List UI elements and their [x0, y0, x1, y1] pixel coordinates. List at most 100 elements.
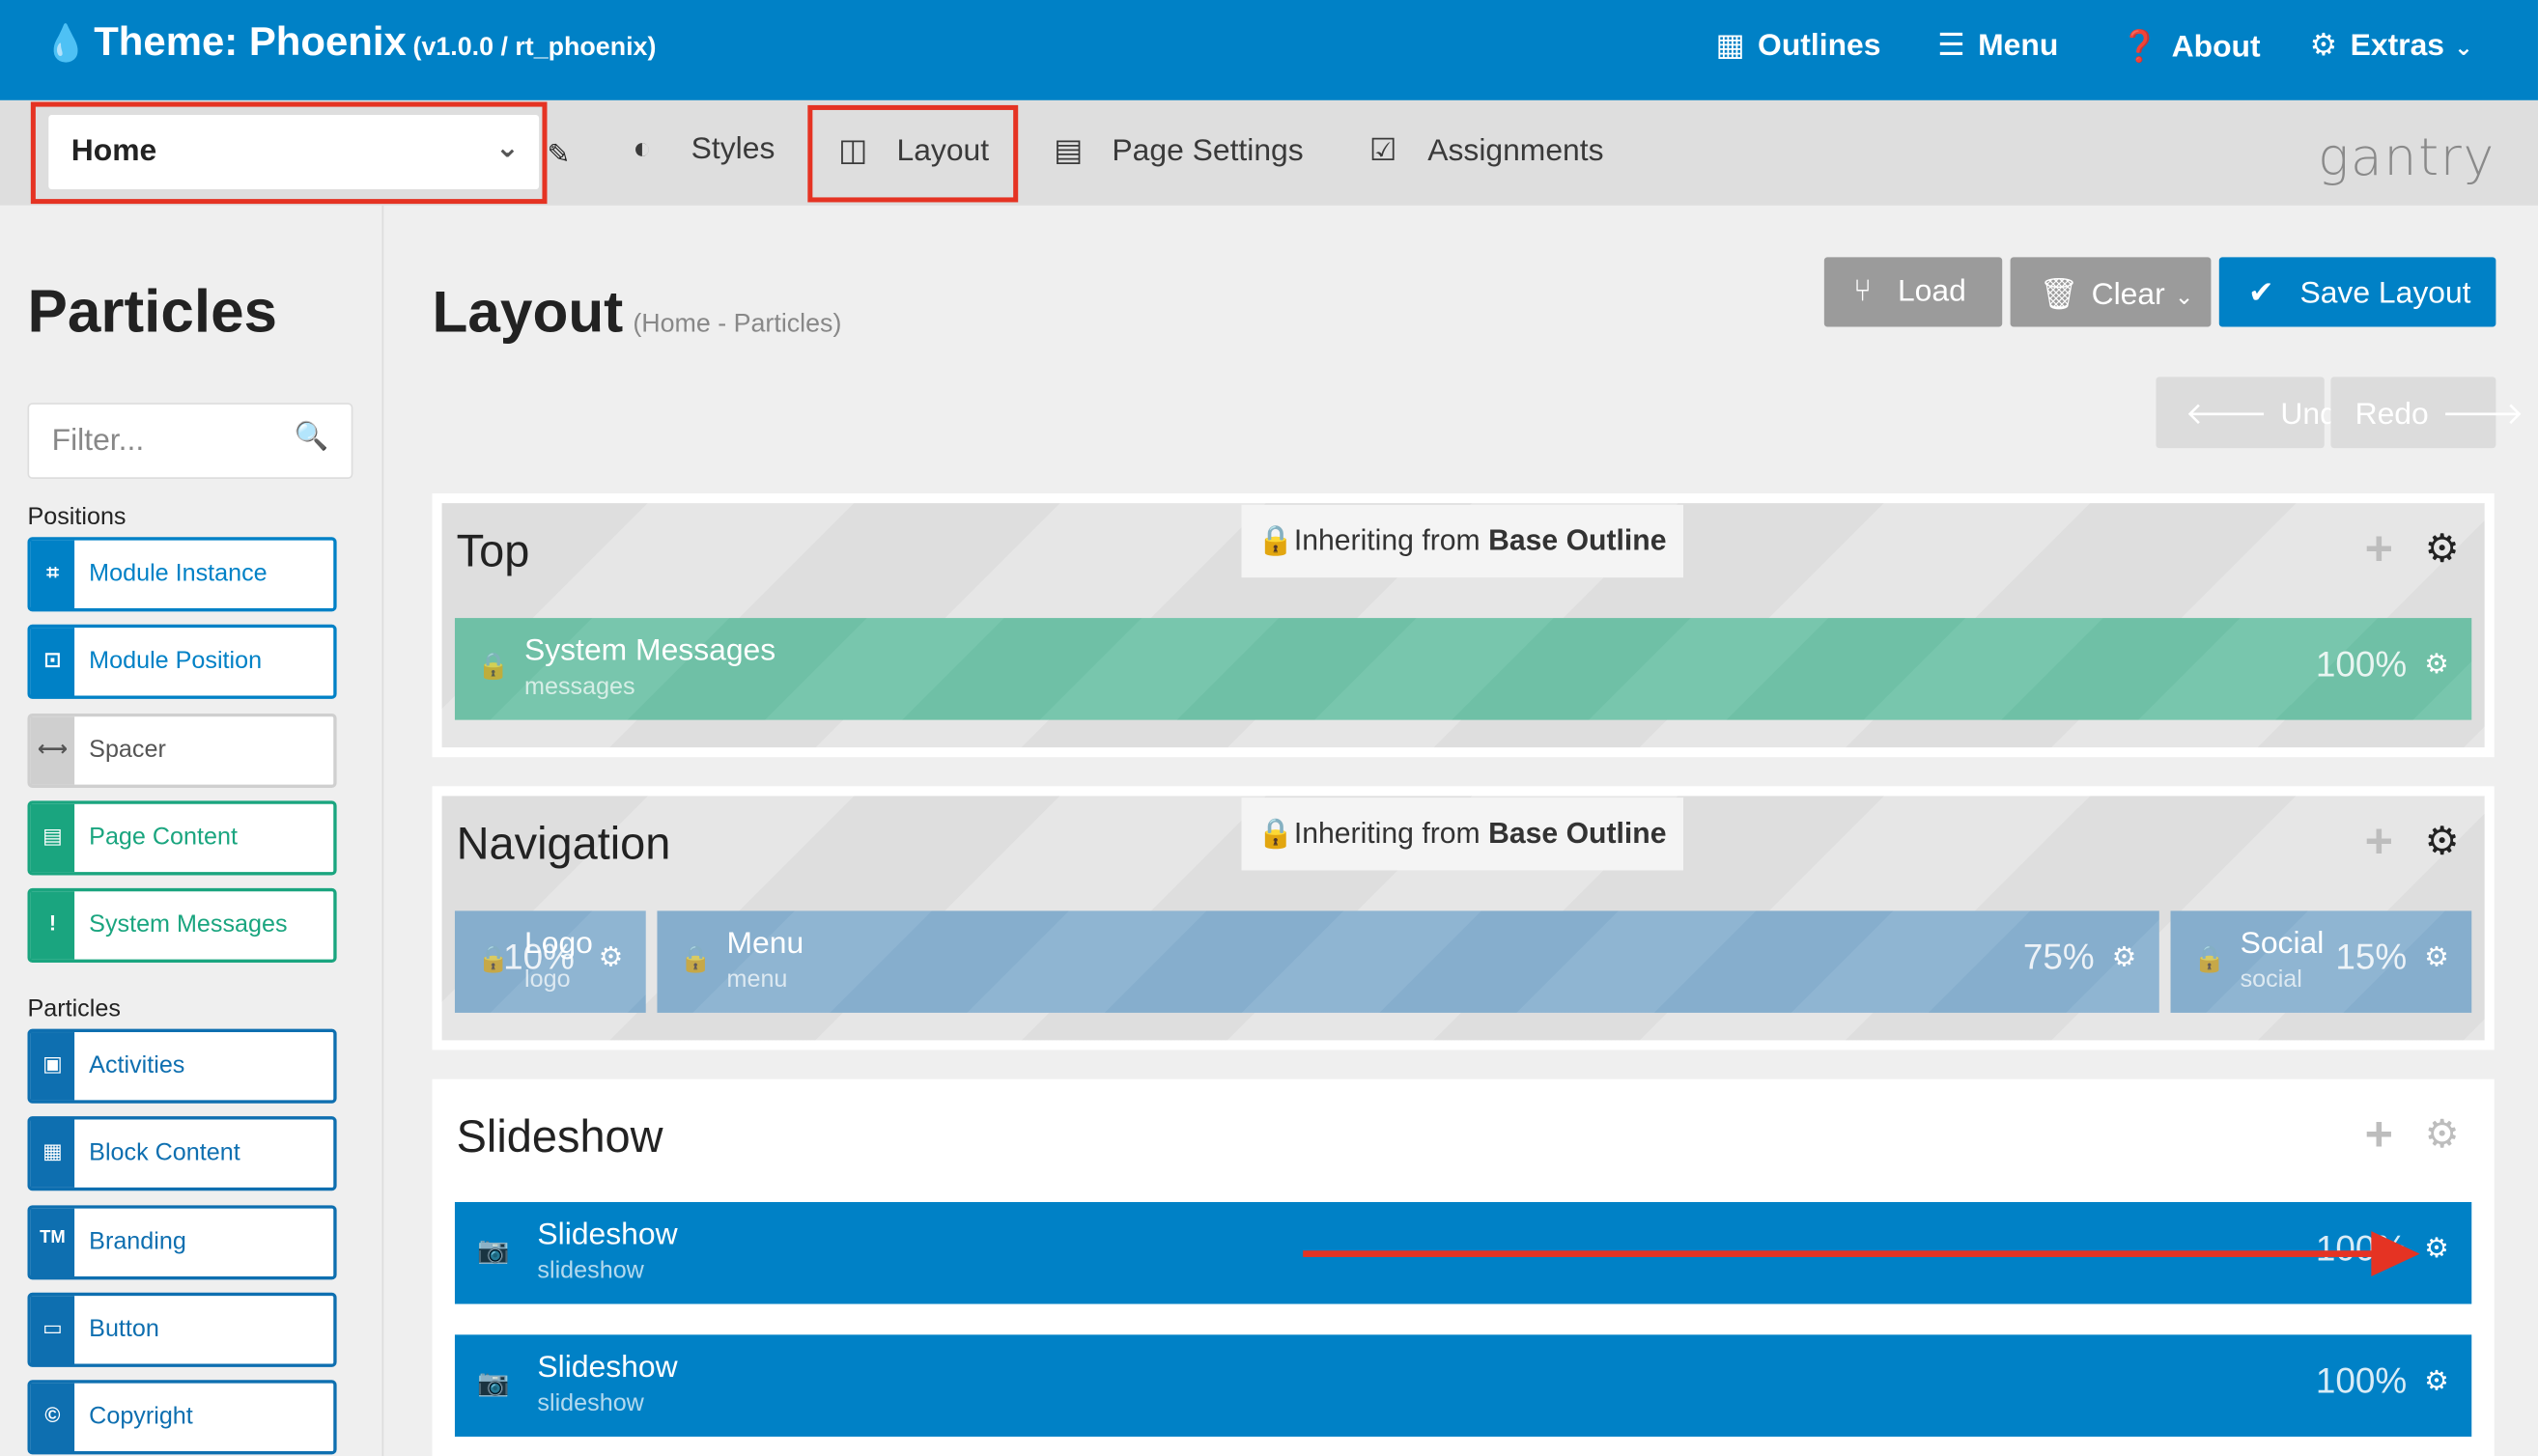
nav-menu-label: Menu	[1978, 29, 2059, 64]
gantry-logo: gantry	[2318, 126, 2496, 188]
particle-module-instance[interactable]: ⌗ Module Instance	[27, 537, 337, 612]
lock-icon: 🔒	[1257, 817, 1294, 850]
checkbox-icon: ☑	[1368, 134, 1397, 169]
gear-icon[interactable]: ⚙	[2424, 649, 2449, 682]
arrows-h-icon: ⟷	[30, 716, 75, 785]
chevron-down-icon: ⌄	[2454, 34, 2473, 60]
particle-page-content[interactable]: ▤ Page Content	[27, 800, 337, 876]
lock-icon: 🔒	[1257, 523, 1294, 557]
position-icon: ⊡	[30, 628, 75, 696]
inherit-source: Base Outline	[1488, 817, 1667, 850]
th-large-icon: ▦	[30, 1119, 75, 1188]
page-title-text: Layout	[432, 278, 624, 345]
block-title: System Messages	[524, 633, 776, 669]
annotation-arrow	[1303, 1250, 2384, 1257]
bars-icon: ☰	[1937, 29, 1965, 64]
tab-assignments-label: Assignments	[1427, 134, 1604, 169]
copyright-icon: ©	[30, 1383, 75, 1452]
block-menu[interactable]: 🔒 Menu menu 75% ⚙	[657, 910, 2159, 1013]
particle-block-content[interactable]: ▦ Block Content	[27, 1116, 337, 1191]
block-title: Slideshow	[537, 1218, 678, 1252]
block-slideshow[interactable]: 📷 Slideshow slideshow 100% ⚙	[454, 1334, 2472, 1437]
add-icon[interactable]: +	[2365, 522, 2393, 577]
particle-spacer[interactable]: ⟷ Spacer	[27, 713, 337, 789]
columns-icon: ◫	[838, 134, 868, 169]
inherit-prefix: Inheriting from	[1293, 817, 1480, 850]
tm-icon: TM	[30, 1208, 75, 1277]
nav-menu[interactable]: ☰ Menu	[1937, 27, 2058, 65]
filter-input[interactable]: Filter... 🔍	[27, 403, 353, 479]
particle-branding[interactable]: TM Branding	[27, 1205, 337, 1280]
inherit-badge: 🔒Inheriting from Base Outline	[1241, 798, 1683, 871]
tab-layout-label: Layout	[896, 134, 990, 169]
particle-copyright[interactable]: © Copyright	[27, 1380, 337, 1455]
load-button[interactable]: ⑂ Load	[1823, 257, 2003, 327]
gear-icon[interactable]: ⚙	[2424, 1233, 2449, 1266]
add-icon[interactable]: +	[2365, 816, 2393, 871]
add-icon[interactable]: +	[2365, 1108, 2393, 1163]
nav-about-label: About	[2171, 30, 2261, 66]
load-button-label: Load	[1897, 274, 1966, 310]
redo-label: Redo	[2355, 398, 2429, 433]
camera-icon: 📷	[477, 1237, 510, 1266]
outline-select[interactable]: Home ⌄	[48, 114, 540, 190]
gear-icon[interactable]: ⚙	[2112, 941, 2137, 974]
button-icon: ▭	[30, 1296, 75, 1364]
droplet-icon: 💧	[43, 22, 89, 64]
block-logo[interactable]: 🔒 Logo logo 10% ⚙	[454, 910, 646, 1013]
redo-button[interactable]: Redo 🡒	[2330, 377, 2524, 449]
particle-label: Spacer	[89, 736, 166, 764]
cog-icon: ⚙	[2309, 29, 2338, 64]
nav-extras[interactable]: ⚙ Extras ⌄	[2310, 27, 2473, 65]
block-percent: 10%	[503, 937, 575, 978]
tab-page-settings[interactable]: ▤ Page Settings	[1054, 132, 1304, 170]
question-circle-icon: ❓	[2120, 30, 2159, 66]
particles-label: Particles	[27, 994, 121, 1022]
nav-about[interactable]: ❓ About	[2121, 27, 2261, 66]
pencil-icon[interactable]: ✎	[547, 139, 570, 172]
half-circle-icon: ◐	[633, 132, 652, 167]
tab-styles-label: Styles	[691, 132, 776, 167]
block-percent: 100%	[2315, 643, 2408, 685]
block-system-messages[interactable]: 🔒 System Messages messages 100% ⚙	[454, 618, 2472, 720]
particle-module-position[interactable]: ⊡ Module Position	[27, 624, 337, 699]
gear-icon[interactable]: ⚙	[2425, 1111, 2460, 1159]
filter-placeholder: Filter...	[51, 424, 145, 459]
chevron-down-icon: ⌄	[2174, 283, 2194, 310]
arrow-right-icon: 🡒	[2441, 398, 2524, 433]
tab-assignments[interactable]: ☑ Assignments	[1369, 132, 1604, 170]
lock-icon: 🔒	[477, 653, 510, 682]
clear-button-label: Clear	[2091, 278, 2165, 313]
undo-button[interactable]: 🡐 Undo	[2156, 377, 2355, 449]
gear-icon[interactable]: ⚙	[2425, 526, 2460, 574]
block-subtitle: slideshow	[537, 1389, 644, 1417]
inherit-source: Base Outline	[1488, 523, 1667, 557]
gear-icon[interactable]: ⚙	[2425, 819, 2460, 866]
section-slideshow: Slideshow + ⚙ 📷 Slideshow slideshow 100%…	[432, 1078, 2495, 1456]
particle-activities[interactable]: ▣ Activities	[27, 1028, 337, 1104]
save-layout-button[interactable]: ✔ Save Layout	[2218, 257, 2496, 327]
block-social[interactable]: 🔒 Social social 15% ⚙	[2170, 910, 2472, 1013]
clear-button[interactable]: 🗑 Clear ⌄	[2010, 257, 2212, 327]
particle-system-messages[interactable]: ! System Messages	[27, 887, 337, 963]
grid-icon: ▦	[1715, 29, 1745, 64]
block-subtitle: social	[2240, 966, 2302, 994]
trash-icon: 🗑	[2039, 278, 2079, 313]
sidebar-title: Particles	[27, 278, 278, 345]
image-icon: ▣	[30, 1032, 75, 1101]
section-top: Top 🔒Inheriting from Base Outline + ⚙ 🔒 …	[432, 493, 2495, 758]
nav-extras-label: Extras	[2350, 29, 2445, 64]
exclamation-icon: !	[30, 891, 75, 960]
list-icon: ▤	[1054, 134, 1084, 169]
particle-button[interactable]: ▭ Button	[27, 1292, 337, 1367]
tab-layout[interactable]: ◫ Layout	[838, 132, 989, 170]
gear-icon[interactable]: ⚙	[599, 941, 624, 974]
gear-icon[interactable]: ⚙	[2424, 1365, 2449, 1398]
tab-styles[interactable]: ◐ Styles	[633, 132, 775, 168]
nav-outlines[interactable]: ▦ Outlines	[1716, 27, 1881, 65]
gear-icon[interactable]: ⚙	[2424, 941, 2449, 974]
block-subtitle: messages	[524, 673, 635, 701]
particle-label: System Messages	[89, 910, 288, 938]
section-title: Navigation	[456, 818, 671, 869]
particle-label: Copyright	[89, 1402, 193, 1431]
